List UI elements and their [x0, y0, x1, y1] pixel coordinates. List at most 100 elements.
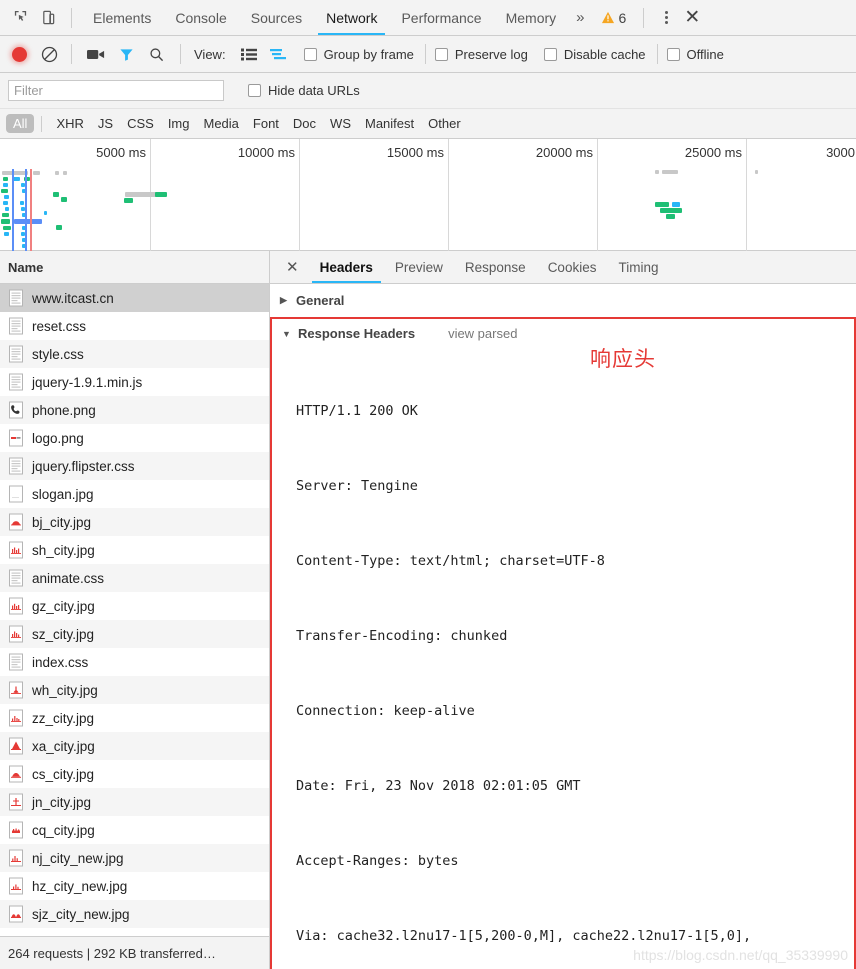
request-row-jquery-min-js[interactable]: jquery-1.9.1.min.js	[0, 368, 269, 396]
tab-response[interactable]: Response	[454, 251, 537, 283]
request-row-animate-css[interactable]: animate.css	[0, 564, 269, 592]
type-filter-other[interactable]: Other	[421, 114, 468, 133]
tab-elements[interactable]: Elements	[81, 0, 163, 35]
tab-memory[interactable]: Memory	[494, 0, 569, 35]
tab-performance[interactable]: Performance	[389, 0, 493, 35]
request-details-panel: ✕ Headers Preview Response Cookies Timin…	[270, 251, 856, 969]
request-row-cq-city-jpg[interactable]: cq_city.jpg	[0, 816, 269, 844]
tab-network[interactable]: Network	[314, 0, 389, 35]
clear-icon	[41, 46, 58, 63]
response-headers-section-header[interactable]: ▼ Response Headers view parsed	[272, 319, 854, 345]
request-row-style-css[interactable]: style.css	[0, 340, 269, 368]
type-filter-font[interactable]: Font	[246, 114, 286, 133]
type-filter-xhr[interactable]: XHR	[49, 114, 90, 133]
warning-badge[interactable]: 6	[593, 10, 635, 26]
devtools-menu-icon[interactable]	[653, 11, 680, 24]
general-section-header[interactable]: ▶ General	[270, 284, 856, 317]
tab-timing[interactable]: Timing	[607, 251, 669, 283]
tab-network-label: Network	[326, 10, 377, 26]
requests-column-header[interactable]: Name	[0, 251, 269, 284]
response-headers-section-label: Response Headers	[298, 326, 415, 341]
load-event-marker	[30, 169, 32, 251]
type-filter-img[interactable]: Img	[161, 114, 197, 133]
tab-sources[interactable]: Sources	[239, 0, 314, 35]
group-by-frame-checkbox[interactable]: Group by frame	[304, 47, 416, 62]
tab-elements-label: Elements	[93, 10, 151, 26]
request-row-www-itcast-cn[interactable]: www.itcast.cn	[0, 284, 269, 312]
request-row-jn-city-jpg[interactable]: jn_city.jpg	[0, 788, 269, 816]
request-row-jquery-flipster-css[interactable]: jquery.flipster.css	[0, 452, 269, 480]
request-row-reset-css[interactable]: reset.css	[0, 312, 269, 340]
network-overview[interactable]: 5000 ms 10000 ms 15000 ms 20000 ms 25000…	[0, 139, 856, 251]
overview-tick-30000: 3000	[826, 145, 855, 160]
preserve-log-checkbox[interactable]: Preserve log	[435, 47, 530, 62]
request-row-nj-city-new-jpg[interactable]: nj_city_new.jpg	[0, 844, 269, 872]
response-header-line: HTTP/1.1 200 OK	[296, 399, 854, 424]
more-tabs-icon[interactable]: »	[568, 9, 592, 26]
request-row-slogan-jpg[interactable]: slogan.jpg	[0, 480, 269, 508]
request-name: hz_city_new.jpg	[32, 879, 127, 894]
tab-performance-label: Performance	[401, 10, 481, 26]
request-name: reset.css	[32, 319, 86, 334]
close-details-icon[interactable]: ✕	[276, 258, 309, 276]
preserve-log-box	[435, 48, 448, 61]
view-parsed-link[interactable]: view parsed	[448, 326, 517, 341]
filter-input[interactable]	[8, 80, 224, 101]
disable-cache-checkbox[interactable]: Disable cache	[544, 47, 648, 62]
type-filter-ws[interactable]: WS	[323, 114, 358, 133]
close-devtools-icon[interactable]: ✕	[680, 6, 710, 29]
request-row-wh-city-jpg[interactable]: wh_city.jpg	[0, 676, 269, 704]
image-thumb-icon	[8, 765, 24, 783]
image-thumb-icon	[8, 625, 24, 643]
request-row-phone-png[interactable]: phone.png	[0, 396, 269, 424]
tab-preview[interactable]: Preview	[384, 251, 454, 283]
type-filter-all[interactable]: All	[6, 114, 34, 133]
type-filter-js[interactable]: JS	[91, 114, 120, 133]
request-row-cs-city-jpg[interactable]: cs_city.jpg	[0, 760, 269, 788]
tab-headers[interactable]: Headers	[309, 251, 384, 283]
request-name: sjz_city_new.jpg	[32, 907, 130, 922]
type-filter-manifest[interactable]: Manifest	[358, 114, 421, 133]
devtools-tabbar: Elements Console Sources Network Perform…	[0, 0, 856, 36]
toolbar-divider-2	[180, 44, 181, 64]
image-thumb-icon	[8, 877, 24, 895]
tab-console[interactable]: Console	[163, 0, 238, 35]
search-icon[interactable]	[141, 41, 171, 67]
request-row-xa-city-jpg[interactable]: xa_city.jpg	[0, 732, 269, 760]
request-row-index-css[interactable]: index.css	[0, 648, 269, 676]
group-by-frame-box	[304, 48, 317, 61]
preserve-log-label: Preserve log	[455, 47, 528, 62]
offline-checkbox[interactable]: Offline	[667, 47, 726, 62]
type-filter-css[interactable]: CSS	[120, 114, 161, 133]
record-button[interactable]	[12, 47, 27, 62]
type-filter-doc[interactable]: Doc	[286, 114, 323, 133]
offline-label: Offline	[687, 47, 724, 62]
warning-count: 6	[619, 10, 627, 26]
device-toolbar-icon[interactable]	[34, 5, 62, 31]
request-row-logo-png[interactable]: logo.png	[0, 424, 269, 452]
requests-list[interactable]: www.itcast.cn reset.css style.css jquery…	[0, 284, 269, 936]
list-view-icon[interactable]	[234, 41, 264, 67]
capture-screenshots-icon[interactable]	[81, 41, 111, 67]
tab-cookies[interactable]: Cookies	[537, 251, 608, 283]
hide-data-urls-checkbox[interactable]: Hide data URLs	[248, 83, 362, 98]
image-thumb-icon	[8, 821, 24, 839]
overview-tick-25000: 25000 ms	[685, 145, 742, 160]
request-row-sz-city-jpg[interactable]: sz_city.jpg	[0, 620, 269, 648]
filter-icon[interactable]	[111, 41, 141, 67]
image-thumb-icon	[8, 513, 24, 531]
overview-tick-10000: 10000 ms	[238, 145, 295, 160]
inspect-element-icon[interactable]	[6, 5, 34, 31]
request-row-sh-city-jpg[interactable]: sh_city.jpg	[0, 536, 269, 564]
request-row-hz-city-new-jpg[interactable]: hz_city_new.jpg	[0, 872, 269, 900]
request-row-sjz-city-new-jpg[interactable]: sjz_city_new.jpg	[0, 900, 269, 928]
types-divider	[41, 116, 42, 132]
response-header-line: Transfer-Encoding: chunked	[296, 624, 854, 649]
waterfall-view-icon[interactable]	[264, 41, 294, 67]
type-filter-media[interactable]: Media	[196, 114, 245, 133]
request-row-gz-city-jpg[interactable]: gz_city.jpg	[0, 592, 269, 620]
clear-button[interactable]	[36, 41, 62, 67]
overview-tick-5000: 5000 ms	[96, 145, 146, 160]
request-row-zz-city-jpg[interactable]: zz_city.jpg	[0, 704, 269, 732]
request-row-bj-city-jpg[interactable]: bj_city.jpg	[0, 508, 269, 536]
